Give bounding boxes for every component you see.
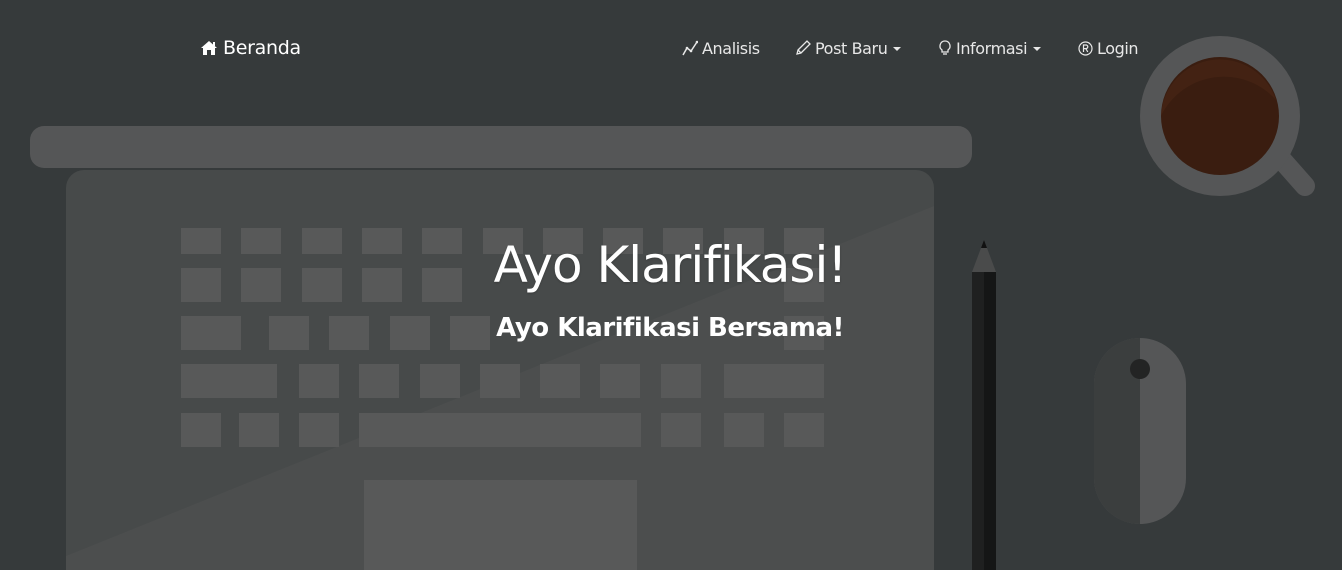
- brand-label: Beranda: [223, 37, 301, 59]
- pencil: [972, 240, 996, 570]
- laptop-lid-bar: [30, 126, 972, 168]
- pencil-icon: [795, 40, 811, 56]
- nav-login[interactable]: Login: [1078, 36, 1139, 60]
- top-navbar: Beranda Analisis Post Baru Informasi Log…: [0, 0, 1342, 96]
- nav-post-baru-dropdown[interactable]: Post Baru: [795, 36, 902, 60]
- nav-analisis[interactable]: Analisis: [682, 36, 760, 60]
- nav-informasi-label: Informasi: [956, 38, 1028, 58]
- brand-home-link[interactable]: Beranda: [200, 34, 301, 62]
- mouse: [1094, 338, 1186, 524]
- hero-title: Ayo Klarifikasi!: [493, 236, 848, 294]
- hero-subtitle: Ayo Klarifikasi Bersama!: [496, 313, 844, 343]
- chevron-down-icon: [1033, 47, 1042, 51]
- lightbulb-icon: [938, 40, 952, 56]
- chart-line-icon: [682, 40, 698, 56]
- home-icon: [200, 40, 218, 56]
- chevron-down-icon: [893, 47, 902, 51]
- laptop-touchpad: [364, 480, 637, 570]
- nav-informasi-dropdown[interactable]: Informasi: [938, 36, 1042, 60]
- registered-icon: [1078, 40, 1093, 56]
- nav-post-baru-label: Post Baru: [815, 38, 888, 58]
- nav-login-label: Login: [1097, 38, 1139, 58]
- nav-analisis-label: Analisis: [702, 38, 760, 58]
